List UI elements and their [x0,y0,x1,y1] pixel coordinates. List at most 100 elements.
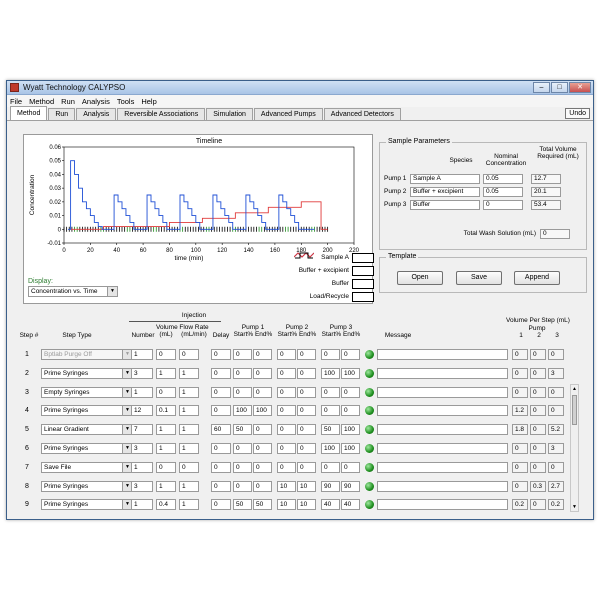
pump3-end-input[interactable]: 40 [341,499,360,510]
menu-run[interactable]: Run [61,97,75,106]
pump1-start-input[interactable]: 0 [233,387,252,398]
pump3-start-input[interactable]: 0 [321,462,340,473]
delay-input[interactable]: 0 [211,443,231,454]
maximize-button[interactable]: □ [551,82,568,93]
pump3-start-input[interactable]: 40 [321,499,340,510]
undo-button[interactable]: Undo [565,108,590,119]
injection-number-input[interactable]: 1 [131,462,153,473]
injection-number-input[interactable]: 12 [131,405,153,416]
tab-advanced-pumps[interactable]: Advanced Pumps [253,108,323,120]
volume-input[interactable]: 1 [156,368,176,379]
pump2-end-input[interactable]: 10 [297,499,316,510]
step-type-select[interactable]: Prime Syringes ▼ [41,481,133,492]
pump3-start-input[interactable]: 100 [321,368,340,379]
delay-input[interactable]: 0 [211,405,231,416]
step-type-select[interactable]: Empty Syringes ▼ [41,387,133,398]
volume-input[interactable]: 0 [156,387,176,398]
injection-number-input[interactable]: 7 [131,424,153,435]
injection-number-input[interactable]: 1 [131,387,153,398]
flow-rate-input[interactable]: 1 [179,443,199,454]
volume-input[interactable]: 0 [156,462,176,473]
menu-analysis[interactable]: Analysis [82,97,110,106]
delay-input[interactable]: 0 [211,499,231,510]
pump2-start-input[interactable]: 10 [277,481,296,492]
pump2-end-input[interactable]: 0 [297,424,316,435]
menu-method[interactable]: Method [29,97,54,106]
scroll-up-icon[interactable]: ▲ [571,385,578,393]
step-type-select[interactable]: Prime Syringes ▼ [41,368,133,379]
injection-number-input[interactable]: 1 [131,499,153,510]
pump3-start-input[interactable]: 50 [321,424,340,435]
pump1-start-input[interactable]: 0 [233,462,252,473]
scroll-thumb[interactable] [572,395,577,425]
pump1-end-input[interactable]: 0 [253,368,272,379]
menu-file[interactable]: File [10,97,22,106]
pump2-end-input[interactable]: 0 [297,405,316,416]
flow-rate-input[interactable]: 1 [179,405,199,416]
step-type-select[interactable]: Save File ▼ [41,462,133,473]
pump1-start-input[interactable]: 0 [233,368,252,379]
pump2-start-input[interactable]: 0 [277,368,296,379]
open-button[interactable]: Open [397,271,443,285]
pump3-end-input[interactable]: 0 [341,387,360,398]
pump3-start-input[interactable]: 100 [321,443,340,454]
pump1-start-input[interactable]: 50 [233,424,252,435]
message-input[interactable] [377,424,508,435]
pump1-end-input[interactable]: 0 [253,443,272,454]
pump1-end-input[interactable]: 0 [253,462,272,473]
step-type-select[interactable]: Prime Syringes ▼ [41,405,133,416]
flow-rate-input[interactable]: 0 [179,462,199,473]
pump1-start-input[interactable]: 100 [233,405,252,416]
pump3-end-input[interactable]: 0 [341,349,360,360]
step-type-select[interactable]: Prime Syringes ▼ [41,443,133,454]
pump1-start-input[interactable]: 0 [233,481,252,492]
delay-input[interactable]: 0 [211,368,231,379]
message-input[interactable] [377,443,508,454]
pump2-start-input[interactable]: 0 [277,349,296,360]
display-select[interactable]: Concentration vs. Time ▼ [28,286,118,297]
pump2-end-input[interactable]: 0 [297,462,316,473]
injection-number-input[interactable]: 3 [131,481,153,492]
close-button[interactable]: ✕ [569,82,591,93]
message-input[interactable] [377,499,508,510]
pump3-end-input[interactable]: 100 [341,368,360,379]
injection-number-input[interactable]: 3 [131,443,153,454]
pump2-end-input[interactable]: 0 [297,387,316,398]
message-input[interactable] [377,368,508,379]
delay-input[interactable]: 0 [211,387,231,398]
message-input[interactable] [377,405,508,416]
pump3-nominal-input[interactable]: 0 [483,200,523,210]
step-type-select[interactable]: Prime Syringes ▼ [41,499,133,510]
pump3-end-input[interactable]: 90 [341,481,360,492]
pump2-nominal-input[interactable]: 0.05 [483,187,523,197]
flow-rate-input[interactable]: 1 [179,387,199,398]
delay-input[interactable]: 0 [211,462,231,473]
pump3-start-input[interactable]: 0 [321,405,340,416]
pump2-end-input[interactable]: 0 [297,349,316,360]
pump1-end-input[interactable]: 50 [253,499,272,510]
pump2-start-input[interactable]: 10 [277,499,296,510]
injection-number-input[interactable]: 3 [131,368,153,379]
injection-number-input[interactable]: 1 [131,349,153,360]
delay-input[interactable]: 0 [211,349,231,360]
pump2-species-input[interactable]: Buffer + excipient [410,187,480,197]
pump2-end-input[interactable]: 0 [297,368,316,379]
title-bar[interactable]: Wyatt Technology CALYPSO – □ ✕ [7,81,593,95]
volume-input[interactable]: 1 [156,424,176,435]
pump1-start-input[interactable]: 0 [233,349,252,360]
flow-rate-input[interactable]: 1 [179,499,199,510]
pump1-species-input[interactable]: Sample A [410,174,480,184]
message-input[interactable] [377,349,508,360]
scroll-down-icon[interactable]: ▼ [571,503,578,511]
pump1-nominal-input[interactable]: 0.05 [483,174,523,184]
pump1-end-input[interactable]: 0 [253,481,272,492]
message-input[interactable] [377,387,508,398]
pump1-end-input[interactable]: 100 [253,405,272,416]
flow-rate-input[interactable]: 1 [179,368,199,379]
menu-tools[interactable]: Tools [117,97,135,106]
tab-simulation[interactable]: Simulation [206,108,253,120]
pump2-end-input[interactable]: 0 [297,443,316,454]
flow-rate-input[interactable]: 1 [179,481,199,492]
menu-help[interactable]: Help [141,97,156,106]
pump3-start-input[interactable]: 0 [321,387,340,398]
